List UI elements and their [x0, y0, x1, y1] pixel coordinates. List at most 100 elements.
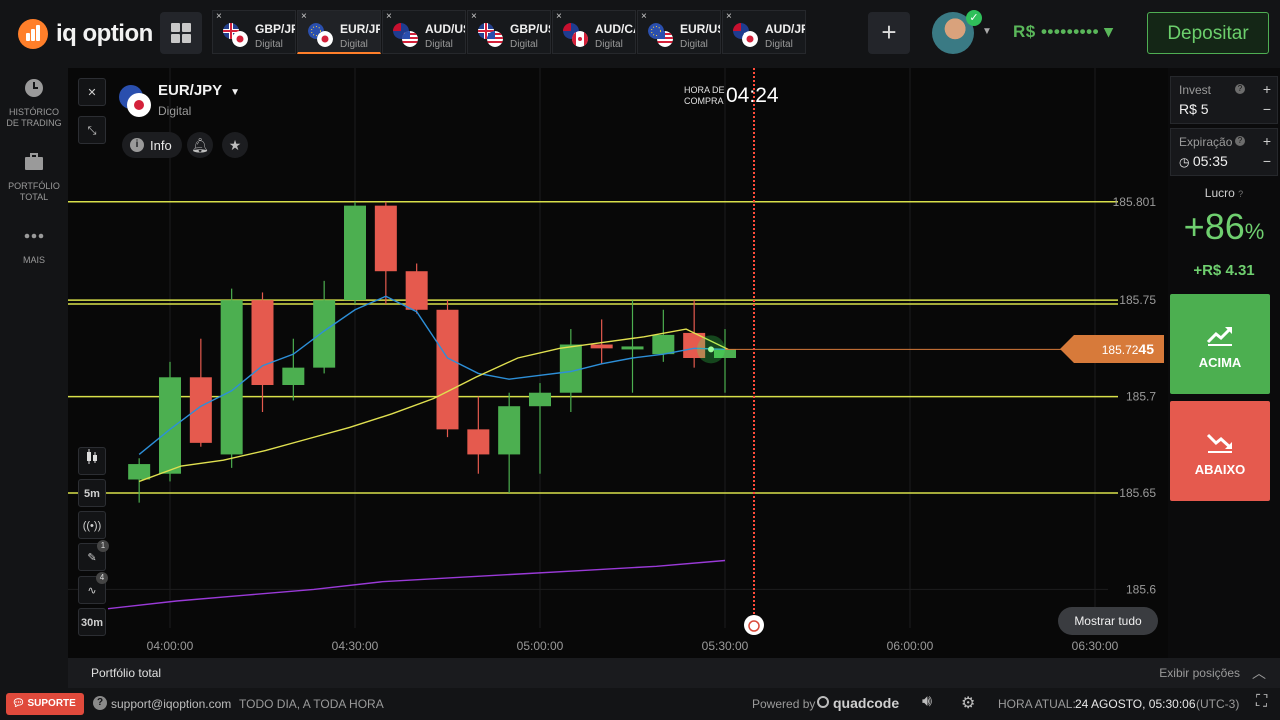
quadcode-logo-icon: [817, 696, 829, 708]
purchase-timer: 04:24: [726, 84, 779, 107]
indicator-line: [107, 559, 726, 610]
help-icon[interactable]: ?: [1235, 136, 1245, 146]
star-icon[interactable]: ★: [222, 132, 248, 158]
y-tick-label: 185.75: [1119, 293, 1156, 307]
candles-type-icon[interactable]: [78, 447, 106, 475]
invest-plus-button[interactable]: +: [1263, 81, 1271, 97]
timezone-label: (UTC-3): [1196, 697, 1240, 711]
price-main: 185.72: [1101, 343, 1139, 357]
tab-kind: Digital: [510, 39, 538, 50]
tab-asset[interactable]: × EUR/JPY Digital: [297, 10, 381, 54]
tab-asset[interactable]: × EUR/USD Digital: [637, 10, 721, 54]
logo[interactable]: iq option: [18, 18, 153, 50]
tab-asset[interactable]: × AUD/USD Digital: [382, 10, 466, 54]
tab-pair: GBP/JPY: [255, 22, 295, 36]
info-button[interactable]: i Info: [122, 132, 182, 158]
flag-pair-icon: [223, 23, 249, 47]
gear-icon[interactable]: ⚙: [961, 693, 975, 713]
y-tick-label: 185.7: [1126, 390, 1156, 404]
chevron-up-icon[interactable]: ︿: [1252, 663, 1266, 683]
expiry-value[interactable]: ◷ 05:35: [1179, 153, 1228, 169]
invest-label: Invest: [1179, 83, 1212, 97]
x-tick-label: 04:00:00: [147, 639, 194, 653]
expiry-field[interactable]: Expiração ? ◷ 05:35 + −: [1170, 128, 1278, 176]
x-tick-label: 06:00:00: [887, 639, 934, 653]
more-dots-icon: [24, 233, 44, 239]
trend-down-icon: [1206, 433, 1233, 453]
sidebar-label: HISTÓRICO: [8, 107, 59, 117]
candle-body: [344, 205, 366, 301]
help-icon[interactable]: ?: [1235, 84, 1245, 94]
profit-amount: +R$ 4.31: [1193, 262, 1255, 279]
invest-field[interactable]: Invest ? R$ 5 + −: [1170, 76, 1278, 124]
indicators-count-badge: 4: [96, 572, 108, 584]
expiry-plus-button[interactable]: +: [1263, 133, 1271, 149]
help-icon[interactable]: ?: [1238, 189, 1243, 199]
period-button[interactable]: 30m: [78, 608, 106, 636]
portfolio-bar[interactable]: Portfólio total Exibir posições ︿: [68, 658, 1280, 688]
signal-icon[interactable]: ((•)): [78, 511, 106, 539]
invest-value[interactable]: R$ 5: [1179, 101, 1209, 117]
close-tab-icon[interactable]: ×: [301, 11, 307, 22]
tab-kind: Digital: [340, 39, 368, 50]
deposit-button[interactable]: Depositar: [1147, 12, 1269, 54]
support-button[interactable]: 💬︎ SUPORTE: [6, 693, 84, 715]
sidebar-item-portfolio[interactable]: PORTFÓLIO TOTAL: [0, 152, 68, 203]
price-last-digits: 45: [1138, 341, 1154, 357]
sidebar-item-trading-history[interactable]: HISTÓRICO DE TRADING: [0, 78, 68, 129]
close-chart-button[interactable]: ✕: [78, 78, 106, 106]
sidebar-item-more[interactable]: MAIS: [0, 226, 68, 266]
flag-pair-icon: [308, 23, 334, 47]
profit-percent-value: +86: [1183, 206, 1245, 247]
close-tab-icon[interactable]: ×: [556, 11, 562, 22]
collapse-icon[interactable]: ⤡: [78, 116, 106, 144]
close-tab-icon[interactable]: ×: [471, 11, 477, 22]
asset-kind: Digital: [158, 104, 192, 118]
expiry-time: 05:35: [1192, 153, 1228, 169]
close-tab-icon[interactable]: ×: [641, 11, 647, 22]
close-tab-icon[interactable]: ×: [216, 11, 222, 22]
candle-body: [621, 346, 644, 350]
tab-asset[interactable]: × GBP/JPY Digital: [212, 10, 296, 54]
purchase-label-line: COMPRA: [684, 96, 724, 106]
fullscreen-icon[interactable]: ⛶: [1256, 693, 1267, 711]
info-icon: i: [130, 138, 144, 152]
tab-kind: Digital: [765, 39, 793, 50]
candle-body: [374, 205, 397, 272]
tab-asset[interactable]: × AUD/CAD Digital: [552, 10, 636, 54]
profit-label-row: Lucro ?: [1170, 186, 1278, 200]
candle-body: [559, 344, 582, 393]
briefcase-icon: [25, 153, 43, 170]
candle-body: [498, 406, 521, 455]
timeframe-button[interactable]: 5m: [78, 479, 106, 507]
tab-asset[interactable]: × GBP/USD Digital: [467, 10, 551, 54]
tab-asset[interactable]: × AUD/JPY Digital: [722, 10, 806, 54]
purchase-time-label: HORA DE COMPRA: [684, 85, 725, 107]
clock-icon: [25, 79, 43, 97]
invest-minus-button[interactable]: −: [1263, 101, 1271, 117]
buy-up-label: ACIMA: [1198, 355, 1242, 370]
expiry-minus-button[interactable]: −: [1263, 153, 1271, 169]
tab-pair: AUD/CAD: [595, 22, 635, 36]
buy-up-button[interactable]: ACIMA: [1170, 294, 1270, 394]
asset-selector[interactable]: EUR/JPY ▼: [158, 82, 240, 99]
sound-icon[interactable]: 🔊︎: [922, 693, 932, 711]
current-time-value: 24 AGOSTO, 05:30:06: [1075, 697, 1196, 711]
x-tick-label: 05:30:00: [702, 639, 749, 653]
chevron-down-icon[interactable]: ▼: [982, 26, 992, 37]
y-tick-label: 185.801: [1113, 195, 1157, 209]
add-tab-button[interactable]: +: [868, 12, 910, 54]
show-all-button[interactable]: Mostrar tudo: [1058, 607, 1158, 635]
drawings-count-badge: 1: [97, 540, 109, 552]
close-tab-icon[interactable]: ×: [726, 11, 732, 22]
buy-down-button[interactable]: ABAIXO: [1170, 401, 1270, 501]
candle-body: [652, 334, 675, 355]
support-email[interactable]: support@iqoption.com: [111, 697, 231, 711]
close-tab-icon[interactable]: ×: [386, 11, 392, 22]
current-time-label: HORA ATUAL:: [998, 697, 1076, 711]
asset-grid-button[interactable]: [160, 12, 202, 54]
candle-body: [189, 377, 212, 443]
show-positions-link[interactable]: Exibir posições: [1159, 666, 1240, 680]
bell-icon[interactable]: 🔔︎: [187, 132, 213, 158]
balance-display[interactable]: R$ ••••••••• ▾: [1013, 22, 1113, 42]
